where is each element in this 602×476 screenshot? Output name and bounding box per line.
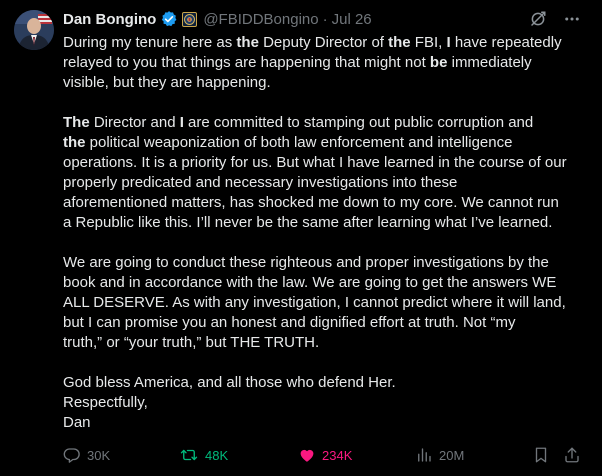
text-run: During my tenure here as [63, 34, 237, 51]
reply-button[interactable]: 30K [63, 446, 110, 464]
post[interactable]: Dan Bongino @FBIDDBongino · Jul 26 Durin… [0, 0, 602, 476]
reply-icon [63, 448, 80, 463]
paragraph-2: The Director and I are committed to stam… [63, 113, 593, 233]
text-run: are committed to stamping out public cor… [183, 114, 534, 131]
bookmark-icon [535, 447, 547, 463]
bold-text: be [429, 54, 448, 71]
like-count: 234K [322, 447, 353, 463]
bookmark-button[interactable] [532, 446, 550, 464]
text-line: the political weaponization of both law … [63, 133, 593, 153]
text-line: God bless America, and all those who def… [63, 374, 396, 391]
reply-count: 30K [87, 447, 111, 463]
text-line: visible, but they are happening. [63, 74, 271, 91]
display-name[interactable]: Dan Bongino [63, 11, 156, 28]
text-run: relayed to you that things are happening… [63, 54, 430, 71]
share-button[interactable] [563, 446, 581, 464]
views-count: 20M [439, 447, 465, 463]
bold-text: the [388, 34, 411, 51]
text-line: truth,” or “your truth,” but THE TRUTH. [63, 334, 320, 351]
text-line: relayed to you that things are happening… [63, 53, 593, 73]
text-run: FBI, [410, 34, 447, 51]
paragraph-4: God bless America, and all those who def… [63, 373, 593, 433]
heart-icon [300, 449, 314, 462]
views-button[interactable]: 20M [415, 446, 464, 464]
like-button[interactable]: 234K [298, 446, 352, 464]
repost-count: 48K [205, 447, 229, 463]
text-run: Director and [89, 114, 180, 131]
text-line: book and in accordance with the law. We … [63, 274, 557, 291]
paragraph-1: During my tenure here as the Deputy Dire… [63, 33, 593, 93]
share-icon [565, 447, 579, 463]
avatar[interactable] [14, 10, 54, 50]
text-line: operations. It is a priority for us. But… [63, 154, 567, 171]
text-line: aforementioned matters, has shocked me d… [63, 194, 559, 211]
text-run: immediately [447, 54, 532, 71]
text-run: political weaponization of both law enfo… [85, 134, 513, 151]
text-line: Dan [63, 414, 91, 431]
user-handle[interactable]: @FBIDDBongino [203, 11, 318, 28]
repost-button[interactable]: 48K [179, 446, 228, 464]
verified-badge-icon[interactable] [160, 10, 178, 28]
avatar-image [14, 10, 54, 50]
repost-icon [180, 449, 198, 461]
post-header: Dan Bongino @FBIDDBongino · Jul 26 [63, 8, 582, 30]
views-icon [418, 448, 431, 462]
text-line: We are going to conduct these righteous … [63, 254, 549, 271]
more-icon[interactable] [562, 9, 582, 29]
paragraph-3: We are going to conduct these righteous … [63, 253, 593, 353]
text-run: Deputy Director of [258, 34, 389, 51]
text-line: ALL DESERVE. As with any investigation, … [63, 294, 566, 311]
text-line: properly predicated and necessary invest… [63, 174, 458, 191]
post-date[interactable]: Jul 26 [332, 11, 372, 28]
post-body: During my tenure here as the Deputy Dire… [63, 33, 593, 433]
text-line: a Republic like this. I’ll never be the … [63, 214, 553, 231]
bold-text: the [236, 34, 259, 51]
text-run: have repeatedly [450, 34, 562, 51]
fbi-seal-affiliate-icon[interactable] [182, 11, 198, 27]
bold-text: The [63, 114, 90, 131]
text-line: The Director and I are committed to stam… [63, 113, 593, 133]
text-line: During my tenure here as the Deputy Dire… [63, 33, 593, 53]
text-line: Respectfully, [63, 394, 148, 411]
text-line: but I can promise you an honest and dign… [63, 314, 516, 331]
header-actions [528, 8, 582, 30]
separator-dot: · [322, 10, 328, 28]
grok-icon[interactable] [528, 9, 548, 29]
bold-text: the [63, 134, 86, 151]
action-bar: 30K 48K 234K 20M [63, 445, 585, 465]
